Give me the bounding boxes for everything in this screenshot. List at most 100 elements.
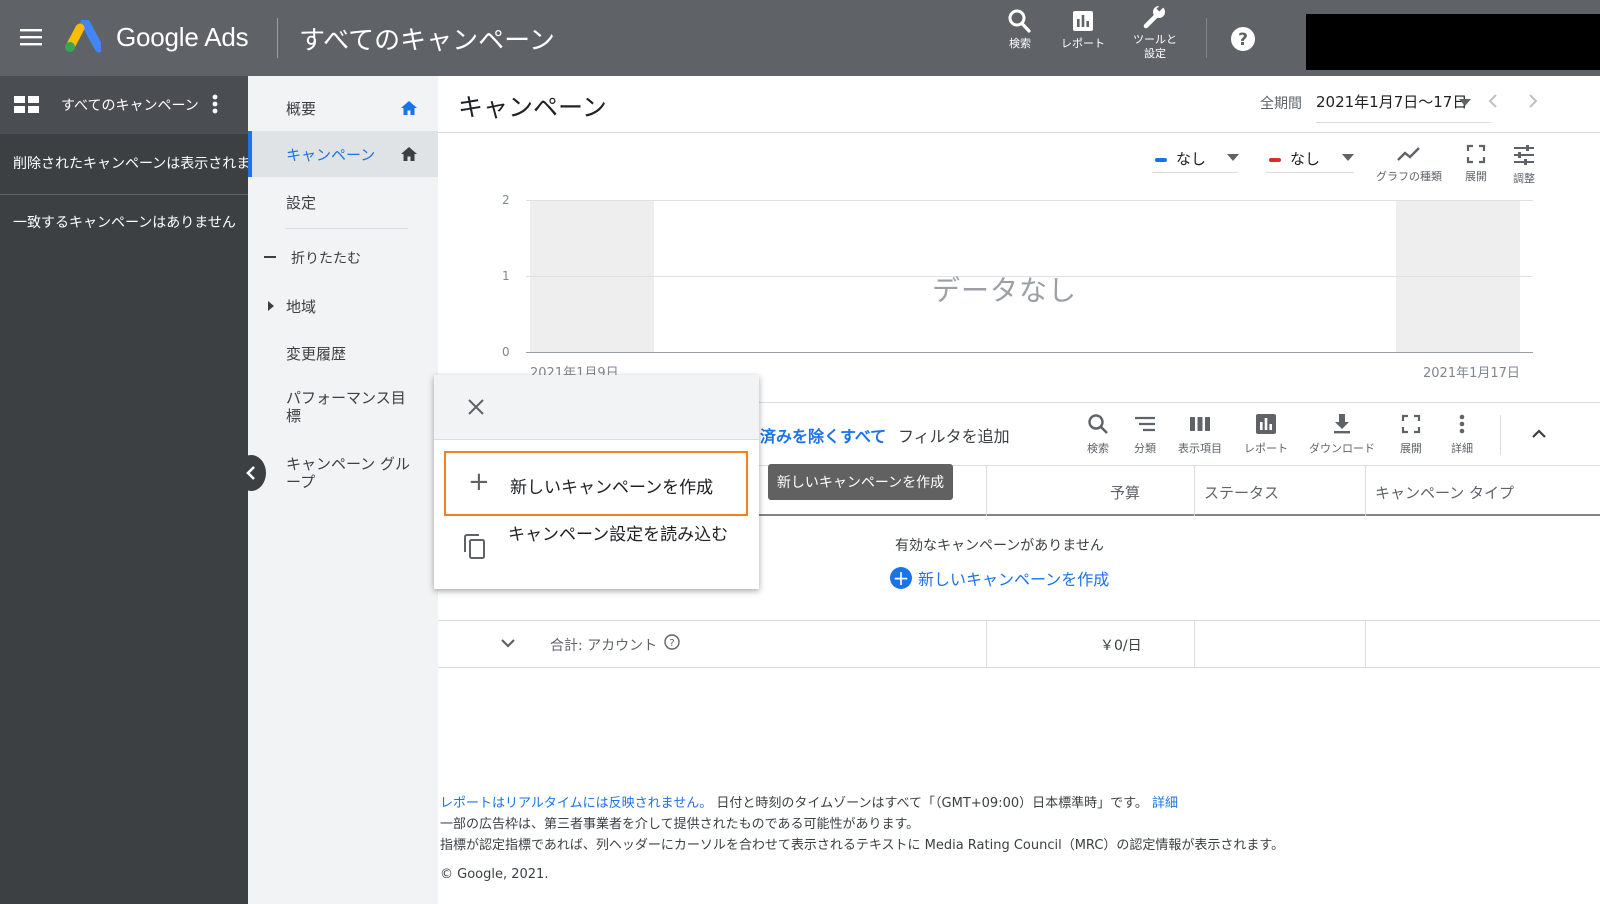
- svg-text:?: ?: [1238, 30, 1248, 50]
- chart-type-button[interactable]: グラフの種類: [1376, 144, 1442, 184]
- nav-item-label: 変更履歴: [286, 345, 347, 363]
- search-icon: [1088, 414, 1108, 434]
- header-divider: [438, 132, 1600, 133]
- nav-item-settings[interactable]: 設定: [248, 188, 438, 216]
- collapse-panel-button[interactable]: [236, 455, 266, 491]
- prev-period-icon[interactable]: [1488, 93, 1498, 109]
- add-filter-button[interactable]: フィルタを追加: [898, 423, 1010, 447]
- chevron-left-icon: [246, 466, 255, 480]
- date-range-value[interactable]: 2021年1月7日～17日: [1316, 91, 1467, 112]
- details-link[interactable]: 詳細: [1152, 796, 1178, 811]
- columns-button[interactable]: 表示項目: [1178, 413, 1222, 456]
- nav-item-campaign-groups[interactable]: キャンペーン グループ: [248, 452, 438, 496]
- chart-type-label: グラフの種類: [1376, 170, 1442, 183]
- column-header-campaign-type[interactable]: キャンペーン タイプ: [1375, 482, 1514, 503]
- y-tick: 1: [502, 269, 510, 283]
- chart-adjust-label: 調整: [1513, 172, 1535, 185]
- metric-2-dropdown-icon[interactable]: [1342, 154, 1354, 161]
- caret-right-icon: [268, 301, 274, 311]
- footer-line-1: レポートはリアルタイムには反映されません。 日付と時刻のタイムゾーンはすべて「（…: [440, 793, 1284, 814]
- chart-expand-button[interactable]: 展開: [1465, 144, 1487, 184]
- page-title: キャンペーン: [458, 93, 607, 122]
- column-header-budget[interactable]: 予算: [1110, 482, 1140, 503]
- tune-icon: [1514, 145, 1534, 165]
- nav-item-label: キャンペーン: [286, 146, 376, 164]
- tools-settings-button[interactable]: ツールと 設定: [1133, 4, 1177, 61]
- menu-header: [434, 375, 759, 440]
- more-details-button[interactable]: 詳細: [1451, 413, 1473, 456]
- nav-item-overview[interactable]: 概要: [248, 92, 438, 122]
- deleted-campaigns-note: 削除されたキャンペーンは表示されません: [13, 156, 248, 172]
- create-campaign-link[interactable]: + 新しいキャンペーンを作成: [890, 566, 1109, 590]
- page-scope-title[interactable]: すべてのキャンペーン: [299, 20, 555, 57]
- svg-text:?: ?: [669, 638, 674, 649]
- column-header-status[interactable]: ステータス: [1204, 482, 1279, 503]
- help-icon[interactable]: ?: [1230, 26, 1256, 52]
- account-info-redacted[interactable]: [1306, 14, 1600, 70]
- metric-1-color-swatch: [1155, 157, 1167, 162]
- realtime-report-link[interactable]: レポートはリアルタイムには反映されません。: [440, 796, 712, 811]
- tooltip: 新しいキャンペーンを作成: [768, 464, 953, 500]
- metric-selector-1[interactable]: なし: [1155, 148, 1206, 169]
- load-campaign-settings-menu-item[interactable]: キャンペーン設定を読み込む: [444, 520, 748, 580]
- nav-item-label: 折りたたむ: [291, 251, 361, 267]
- date-dropdown-icon[interactable]: [1459, 99, 1471, 107]
- table-expand-label: 展開: [1400, 442, 1422, 455]
- wrench-icon: [1143, 4, 1165, 29]
- segment-button[interactable]: 分類: [1134, 413, 1156, 456]
- footer-line-3: 指標が認定指標であれば、列ヘッダーにカーソルを合わせて表示されるテキストに Me…: [440, 838, 1285, 853]
- report-label: レポート: [1061, 37, 1105, 50]
- timezone-note: 日付と時刻のタイムゾーンはすべて「（GMT+09:00）日本標準時」です。: [716, 796, 1148, 811]
- close-icon[interactable]: [468, 399, 484, 415]
- help-outline-icon[interactable]: ?: [664, 634, 680, 650]
- add-circle-icon: +: [890, 567, 912, 589]
- column-divider: [986, 621, 987, 667]
- grid-view-icon: [14, 96, 40, 114]
- new-campaign-menu-item[interactable]: + 新しいキャンペーンを作成: [444, 451, 748, 516]
- table-expand-button[interactable]: 展開: [1400, 413, 1422, 456]
- load-campaign-settings-label: キャンペーン設定を読み込む: [508, 525, 729, 545]
- minus-icon: [264, 256, 276, 258]
- metric-1-underline: [1152, 172, 1238, 173]
- fullscreen-icon: [1401, 414, 1421, 434]
- search-button[interactable]: 検索: [1008, 8, 1032, 51]
- report-button[interactable]: レポート: [1061, 8, 1105, 51]
- metric-1-dropdown-icon[interactable]: [1227, 154, 1239, 161]
- nav-item-locations[interactable]: 地域: [248, 292, 438, 320]
- footer: レポートはリアルタイムには反映されません。 日付と時刻のタイムゾーンはすべて「（…: [440, 793, 1284, 885]
- header-divider: [277, 18, 278, 58]
- search-label: 検索: [1009, 37, 1031, 50]
- column-divider: [1365, 466, 1366, 516]
- table-report-button[interactable]: レポート: [1244, 413, 1288, 456]
- nav-item-label: 設定: [286, 194, 317, 212]
- nav-item-collapse[interactable]: 折りたたむ: [248, 244, 438, 272]
- tools-label-line1: ツールと: [1133, 33, 1177, 46]
- bar-chart-icon: [1073, 11, 1093, 31]
- metric-selector-2[interactable]: なし: [1269, 148, 1320, 169]
- trend-line-icon: [1397, 147, 1420, 161]
- nav-item-performance-goals[interactable]: パフォーマンス目標: [248, 386, 438, 430]
- more-vert-icon[interactable]: [212, 94, 218, 114]
- column-divider: [1365, 621, 1366, 667]
- segment-label: 分類: [1134, 442, 1156, 455]
- nav-item-campaigns[interactable]: キャンペーン: [248, 131, 438, 177]
- download-button[interactable]: ダウンロード: [1309, 413, 1375, 456]
- y-tick: 0: [502, 345, 510, 359]
- active-filter-chip[interactable]: 済みを除くすべて: [760, 423, 886, 447]
- campaign-tree-header[interactable]: すべてのキャンペーン: [0, 76, 248, 134]
- create-campaign-menu: + 新しいキャンペーンを作成 キャンペーン設定を読み込む: [434, 375, 759, 589]
- home-icon: [400, 146, 418, 162]
- column-divider: [1194, 466, 1195, 516]
- chevron-down-icon[interactable]: [500, 638, 516, 648]
- download-icon: [1334, 414, 1350, 434]
- nav-item-change-history[interactable]: 変更履歴: [248, 339, 438, 367]
- next-period-icon[interactable]: [1528, 93, 1538, 109]
- chart-adjust-button[interactable]: 調整: [1512, 144, 1536, 186]
- table-search-button[interactable]: 検索: [1087, 413, 1109, 456]
- bar-chart-icon: [1256, 414, 1276, 434]
- chevron-up-icon[interactable]: [1531, 429, 1547, 439]
- hamburger-menu-icon[interactable]: [20, 28, 42, 46]
- no-data-label: データなし: [932, 274, 1078, 307]
- home-icon: [400, 100, 418, 116]
- nav-item-label: 地域: [286, 298, 317, 316]
